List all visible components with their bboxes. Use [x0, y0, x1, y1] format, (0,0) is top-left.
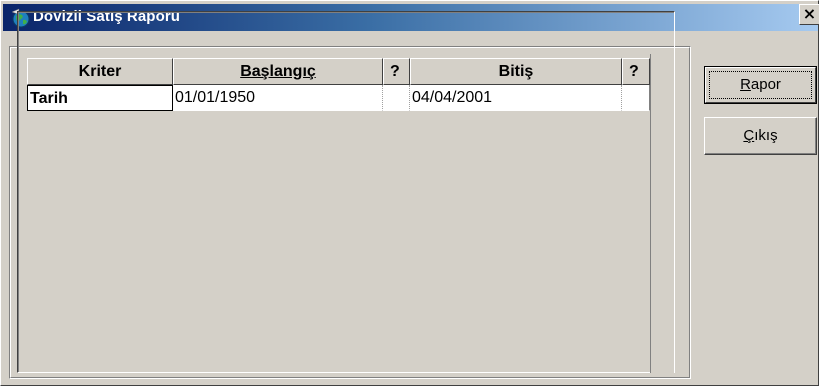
- column-header-baslangic-lookup[interactable]: ?: [383, 58, 410, 85]
- column-header-bitis-lookup[interactable]: ?: [622, 58, 650, 85]
- cell-kriter[interactable]: Tarih: [27, 85, 173, 111]
- cikis-button[interactable]: Çıkış: [704, 117, 817, 155]
- cell-bitis[interactable]: 04/04/2001: [410, 85, 622, 111]
- close-icon: ×: [802, 4, 817, 23]
- column-header-kriter[interactable]: Kriter: [27, 58, 173, 85]
- column-header-bitis[interactable]: Bitiş: [410, 58, 622, 85]
- cell-baslangic[interactable]: 01/01/1950: [173, 85, 383, 111]
- close-button[interactable]: ×: [799, 4, 819, 25]
- cell-baslangic-lookup[interactable]: [383, 85, 410, 111]
- grid-scroll-area[interactable]: [650, 54, 674, 373]
- cell-bitis-lookup[interactable]: [622, 85, 650, 111]
- report-dialog: Dövizli Satış Raporu × Kriter Başlangıç …: [0, 0, 819, 386]
- rapor-button[interactable]: Rapor: [704, 66, 817, 104]
- column-header-baslangic[interactable]: Başlangıç: [173, 58, 383, 85]
